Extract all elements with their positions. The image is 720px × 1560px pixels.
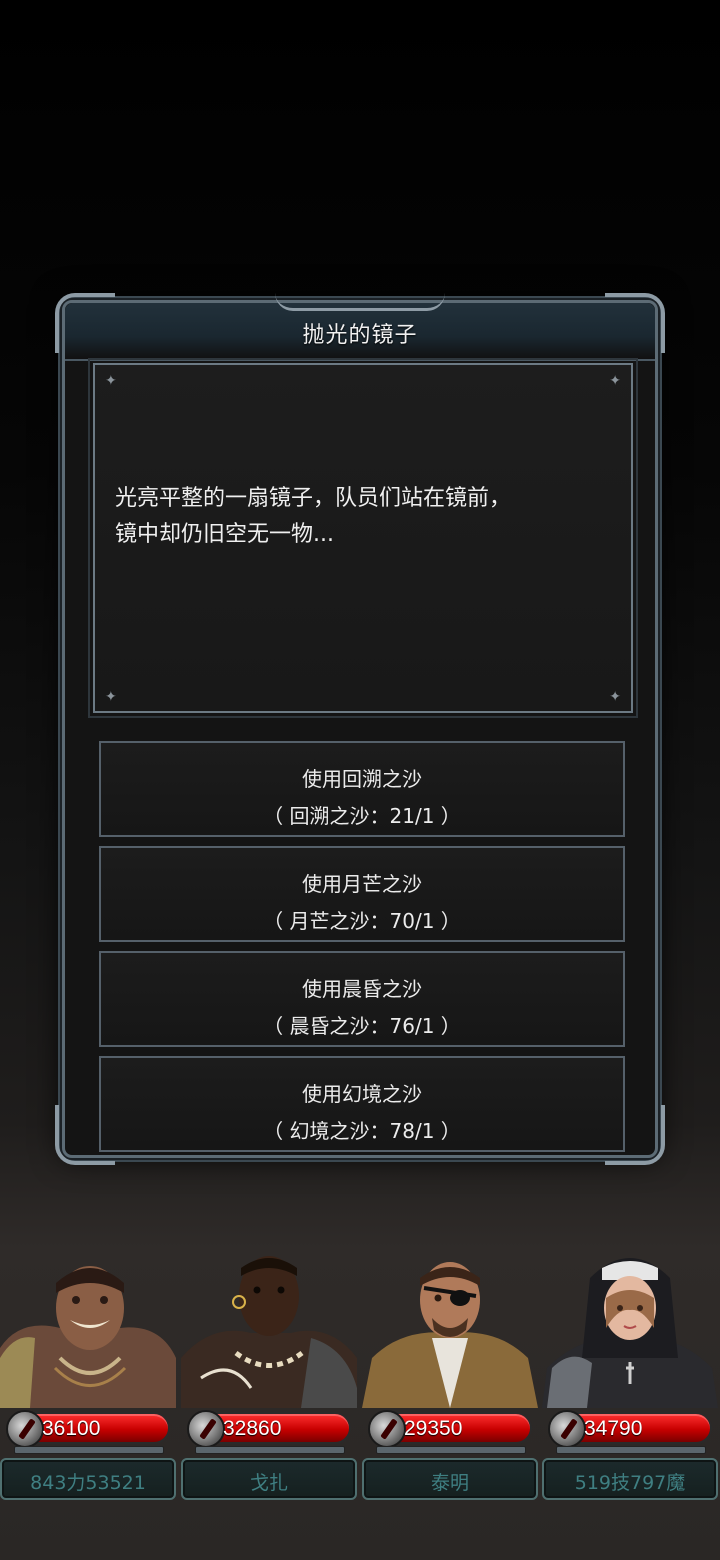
mp-bar	[14, 1446, 164, 1454]
sword-icon	[368, 1410, 406, 1448]
mp-bar	[195, 1446, 345, 1454]
option-detail: （ 晨昏之沙：76/1 ）	[263, 1014, 461, 1038]
hero-name-plate[interactable]: 泰明	[362, 1458, 538, 1500]
option-action: 使用幻境之沙	[302, 1082, 422, 1106]
option-detail: （ 幻境之沙：78/1 ）	[263, 1119, 461, 1143]
option-detail: （ 月芒之沙：70/1 ）	[263, 909, 461, 933]
hero-portrait	[0, 1238, 176, 1408]
hp-bar: 34790	[548, 1410, 712, 1448]
hero-name-plate[interactable]: 843力53521	[0, 1458, 176, 1500]
title-ornament	[275, 293, 445, 311]
hp-value: 32860	[223, 1417, 282, 1440]
hp-value: 34790	[584, 1417, 643, 1440]
sword-icon	[548, 1410, 586, 1448]
option-button-twilight-sand[interactable]: 使用晨昏之沙 （ 晨昏之沙：76/1 ）	[99, 951, 625, 1047]
hero-name: 戈扎	[249, 1472, 288, 1494]
option-action: 使用回溯之沙	[302, 767, 422, 791]
hp-bar: 29350	[368, 1410, 532, 1448]
hero-name: 泰明	[430, 1472, 469, 1494]
option-button-illusion-sand[interactable]: 使用幻境之沙 （ 幻境之沙：78/1 ）	[99, 1056, 625, 1152]
dialog-title-bar: 抛光的镜子	[65, 303, 655, 361]
sword-icon	[187, 1410, 225, 1448]
sparkle-icon: ✦	[609, 373, 621, 389]
party-member-4[interactable]: 34790 519技797魔	[542, 1238, 718, 1502]
event-dialog: 抛光的镜子 ✦ ✦ ✦ ✦ 光亮平整的一扇镜子，队员们站在镜前， 镜中却仍旧空无…	[55, 293, 665, 1165]
dialog-title: 抛光的镜子	[302, 323, 418, 348]
option-button-moonlight-sand[interactable]: 使用月芒之沙 （ 月芒之沙：70/1 ）	[99, 846, 625, 942]
sparkle-icon: ✦	[105, 689, 117, 705]
hero-portrait	[542, 1238, 718, 1408]
sparkle-icon: ✦	[609, 689, 621, 705]
sparkle-icon: ✦	[105, 373, 117, 389]
description-line: 镜中却仍旧空无一物...	[115, 522, 334, 547]
hp-value: 36100	[42, 1417, 101, 1440]
party-member-1[interactable]: 36100 843力53521	[0, 1238, 176, 1502]
sword-icon	[6, 1410, 44, 1448]
option-action: 使用月芒之沙	[302, 872, 422, 896]
hero-portrait	[181, 1238, 357, 1408]
hero-name: 519技797魔	[574, 1472, 686, 1494]
hp-bar: 32860	[187, 1410, 351, 1448]
option-action: 使用晨昏之沙	[302, 977, 422, 1001]
party-member-2[interactable]: 32860 戈扎	[181, 1238, 357, 1502]
option-detail: （ 回溯之沙：21/1 ）	[263, 804, 461, 828]
option-button-rewind-sand[interactable]: 使用回溯之沙 （ 回溯之沙：21/1 ）	[99, 741, 625, 837]
hero-portrait	[362, 1238, 538, 1408]
description-panel: ✦ ✦ ✦ ✦ 光亮平整的一扇镜子，队员们站在镜前， 镜中却仍旧空无一物...	[88, 358, 638, 718]
hero-name-plate[interactable]: 519技797魔	[542, 1458, 718, 1500]
party-member-3[interactable]: 29350 泰明	[362, 1238, 538, 1502]
mp-bar	[376, 1446, 526, 1454]
hp-bar: 36100	[6, 1410, 170, 1448]
hp-value: 29350	[404, 1417, 463, 1440]
hero-name-plate[interactable]: 戈扎	[181, 1458, 357, 1500]
description-line: 光亮平整的一扇镜子，队员们站在镜前，	[115, 486, 512, 511]
hero-name: 843力53521	[30, 1472, 146, 1494]
mp-bar	[556, 1446, 706, 1454]
event-description: 光亮平整的一扇镜子，队员们站在镜前， 镜中却仍旧空无一物...	[115, 481, 615, 553]
